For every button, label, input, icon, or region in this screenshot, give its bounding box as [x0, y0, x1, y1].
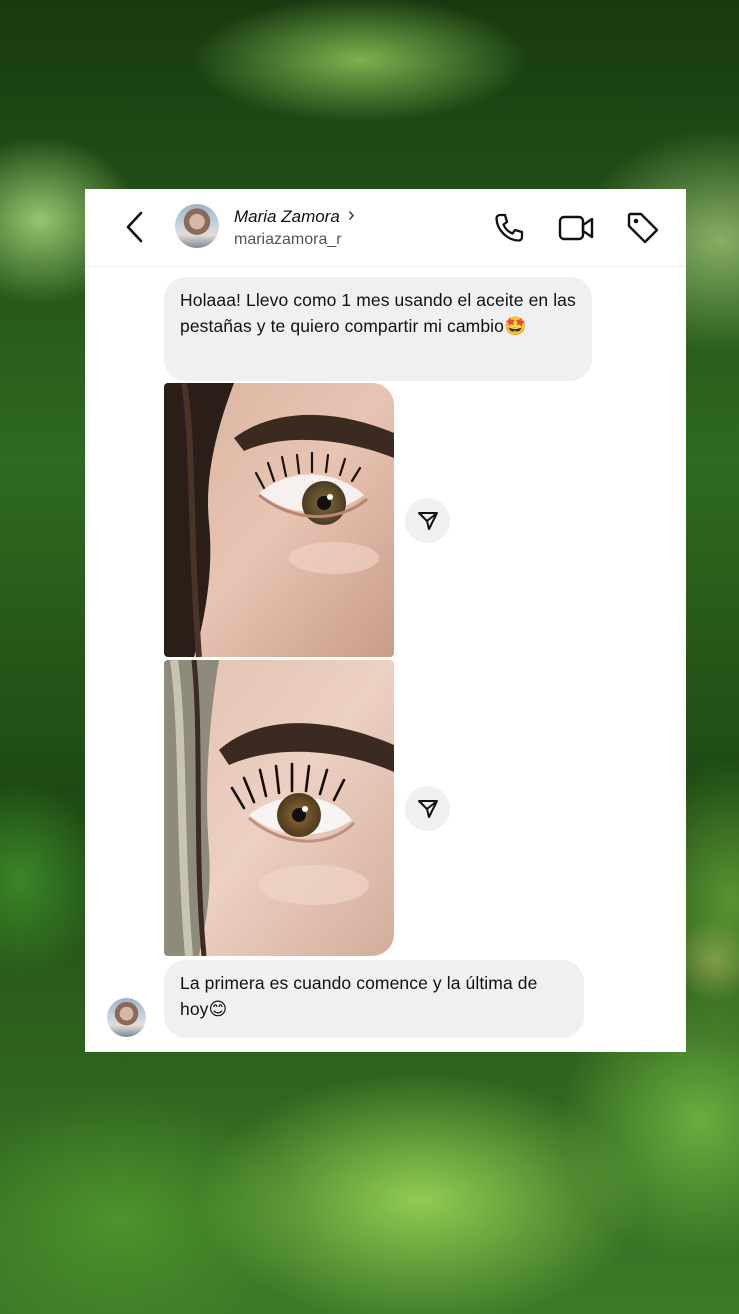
share-button[interactable]	[405, 498, 450, 543]
message-photo-before[interactable]	[164, 383, 394, 657]
contact-username: mariazamora_r	[234, 231, 342, 248]
contact-name-text: Maria Zamora	[234, 207, 340, 226]
share-button[interactable]	[405, 786, 450, 831]
message-bubble[interactable]: La primera es cuando comence y la última…	[164, 960, 584, 1038]
contact-name[interactable]: Maria Zamora ›	[234, 204, 355, 227]
chat-header: Maria Zamora › mariazamora_r	[85, 189, 686, 267]
star-struck-emoji: 🤩	[504, 316, 527, 337]
avatar[interactable]	[175, 204, 219, 248]
share-icon	[417, 511, 438, 530]
phone-icon[interactable]	[491, 210, 527, 246]
tag-icon[interactable]	[624, 209, 662, 247]
message-photo-after[interactable]	[164, 660, 394, 956]
back-arrow-icon[interactable]	[119, 209, 151, 245]
share-icon	[417, 799, 438, 818]
chevron-right-icon: ›	[347, 204, 355, 226]
video-camera-icon[interactable]	[557, 210, 595, 246]
message-bubble[interactable]: Holaaa! Llevo como 1 mes usando el aceit…	[164, 277, 592, 381]
smiling-emoji: 😊	[208, 999, 228, 1020]
message-text: La primera es cuando comence y la última…	[180, 973, 538, 1019]
avatar[interactable]	[107, 998, 146, 1037]
chat-screenshot: Maria Zamora › mariazamora_r Holaaa! Lle…	[85, 189, 686, 1052]
